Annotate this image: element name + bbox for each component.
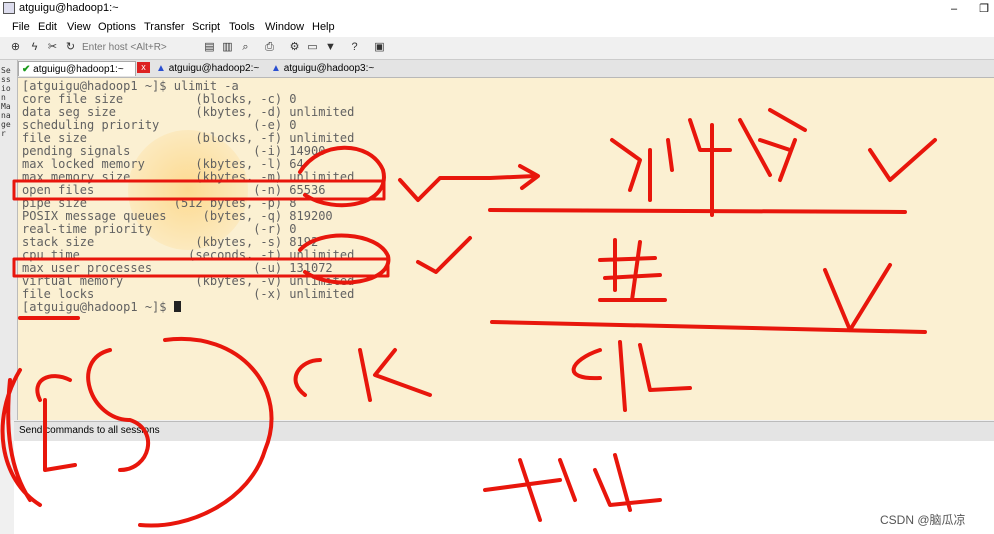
find-icon[interactable]: ⌕: [238, 40, 253, 55]
settings-icon[interactable]: ⚙: [287, 40, 302, 55]
lightning-icon[interactable]: ϟ: [27, 40, 42, 55]
tab-label: atguigu@hadoop2:~: [168, 63, 260, 74]
menu-view[interactable]: View: [67, 21, 91, 33]
menu-script[interactable]: Script: [192, 21, 220, 33]
send-commands-input[interactable]: [14, 441, 994, 534]
copy-icon[interactable]: ▤: [202, 40, 217, 55]
sftp-icon[interactable]: ▼: [323, 40, 338, 55]
enter-host-input[interactable]: Enter host <Alt+R>: [82, 40, 190, 55]
reconnect-icon[interactable]: ↻: [63, 40, 78, 55]
menu-transfer[interactable]: Transfer: [144, 21, 185, 33]
check-icon: ✔: [22, 64, 31, 75]
app-icon: [3, 2, 15, 14]
disconnect-icon[interactable]: ✂: [45, 40, 60, 55]
keymap-icon[interactable]: ▭: [305, 40, 320, 55]
watermark: CSDN @脑瓜凉: [880, 513, 966, 527]
tab-hadoop1[interactable]: ✔ atguigu@hadoop1:~: [18, 61, 136, 76]
tab-close-icon[interactable]: x: [137, 62, 150, 73]
tab-hadoop3[interactable]: ▲ atguigu@hadoop3:~: [268, 61, 386, 76]
paste-icon[interactable]: ▥: [220, 40, 235, 55]
help-icon[interactable]: ?: [347, 40, 362, 55]
menu-options[interactable]: Options: [98, 21, 136, 33]
send-commands-bar: Send commands to all sessions: [14, 421, 994, 442]
print-icon[interactable]: ⎙: [262, 40, 277, 55]
toolbar: ⊕ ϟ ✂ ↻ Enter host <Alt+R> ▤ ▥ ⌕ ⎙ ⚙ ▭ ▼…: [0, 37, 994, 60]
tab-label: atguigu@hadoop3:~: [283, 63, 375, 74]
menu-tools[interactable]: Tools: [229, 21, 255, 33]
title-bar: atguigu@hadoop1:~ – ❐: [0, 0, 994, 18]
tab-label: atguigu@hadoop1:~: [33, 64, 124, 75]
session-tabs: ✔ atguigu@hadoop1:~ x ▲ atguigu@hadoop2:…: [18, 60, 994, 78]
minimize-button[interactable]: –: [940, 0, 968, 18]
warning-icon: ▲: [156, 63, 166, 74]
menu-bar: File Edit View Options Transfer Script T…: [0, 18, 994, 37]
window-title: atguigu@hadoop1:~: [19, 2, 119, 14]
send-commands-label: Send commands to all sessions: [19, 425, 160, 436]
terminal-prompt: [atguigu@hadoop1 ~]$: [22, 301, 181, 314]
menu-window[interactable]: Window: [265, 21, 304, 33]
terminal-cursor: [173, 301, 181, 312]
session-manager-label: Session Manager: [1, 66, 11, 138]
menu-file[interactable]: File: [12, 21, 30, 33]
terminal-output[interactable]: [atguigu@hadoop1 ~]$ ulimit -a core file…: [18, 78, 994, 420]
session-icon[interactable]: ▣: [372, 40, 387, 55]
restore-button[interactable]: ❐: [970, 0, 994, 18]
menu-help[interactable]: Help: [312, 21, 335, 33]
connect-icon[interactable]: ⊕: [8, 40, 23, 55]
warning-icon: ▲: [271, 63, 281, 74]
menu-edit[interactable]: Edit: [38, 21, 57, 33]
prompt-text: [atguigu@hadoop1 ~]$: [22, 300, 174, 314]
tab-hadoop2[interactable]: ▲ atguigu@hadoop2:~: [153, 61, 271, 76]
